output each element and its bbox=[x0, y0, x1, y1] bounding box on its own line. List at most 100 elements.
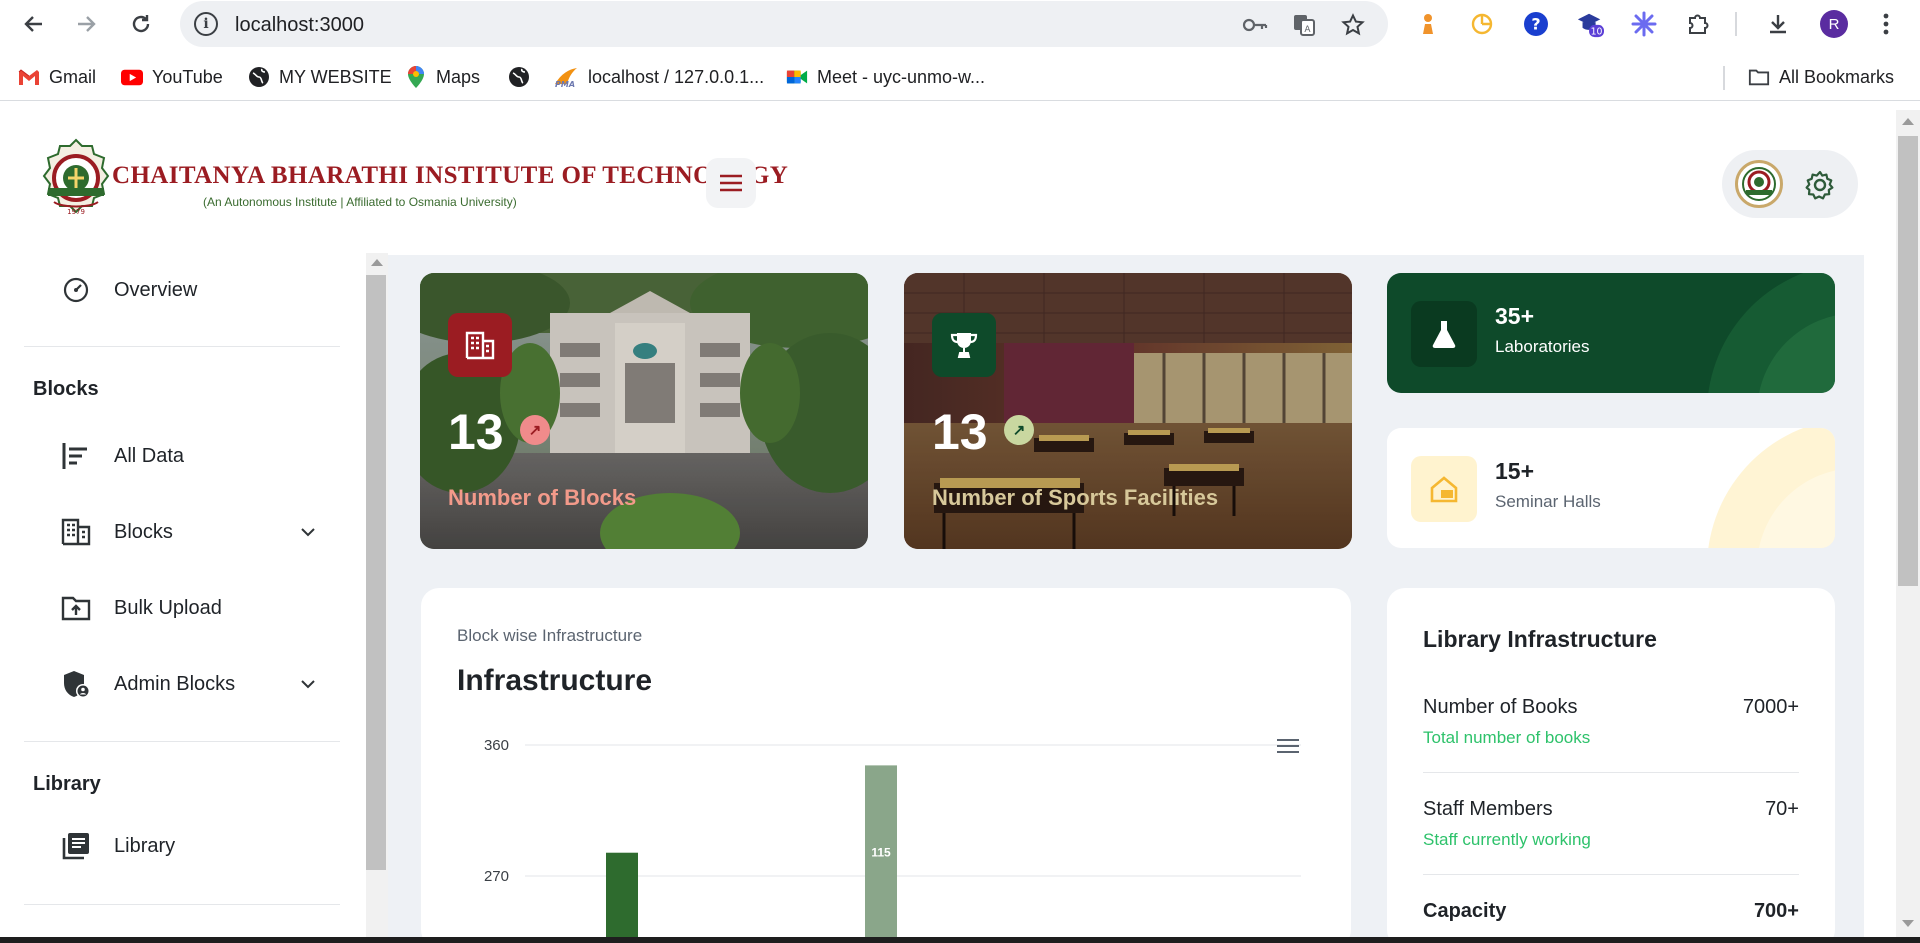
user-avatar[interactable] bbox=[1735, 160, 1783, 208]
hamburger-icon bbox=[720, 174, 742, 192]
scroll-up-arrow-icon[interactable] bbox=[1902, 118, 1914, 125]
user-menu[interactable] bbox=[1722, 150, 1858, 218]
building-badge-icon bbox=[448, 313, 512, 377]
blocks-count-card[interactable]: 13 ↗ Number of Blocks bbox=[420, 273, 868, 549]
chevron-down-icon[interactable] bbox=[300, 524, 316, 540]
password-key-icon[interactable] bbox=[1242, 12, 1268, 38]
extension-sparkle-icon[interactable] bbox=[1630, 10, 1658, 38]
globe-icon bbox=[248, 66, 270, 88]
back-arrow-icon bbox=[24, 16, 42, 32]
library-row-name: Capacity bbox=[1423, 900, 1507, 922]
library-row-name: Number of Books bbox=[1423, 696, 1578, 718]
gauge-icon bbox=[60, 274, 92, 306]
library-card-title: Library Infrastructure bbox=[1423, 626, 1657, 652]
library-row-name: Staff Members bbox=[1423, 798, 1553, 820]
folder-upload-icon bbox=[60, 592, 92, 624]
chart-menu-icon[interactable] bbox=[1276, 736, 1300, 756]
profile-avatar[interactable]: R bbox=[1820, 10, 1848, 38]
settings-gear-icon[interactable] bbox=[1805, 170, 1835, 200]
sports-count-label: Number of Sports Facilities bbox=[932, 485, 1219, 510]
library-books-icon bbox=[60, 830, 92, 862]
bookmark-globe[interactable] bbox=[508, 66, 530, 88]
sidebar-toggle-button[interactable] bbox=[706, 158, 756, 208]
toolbar-divider bbox=[1735, 12, 1737, 36]
bookmark-my-website[interactable]: MY WEBSITE bbox=[248, 66, 392, 88]
maps-icon bbox=[405, 66, 427, 88]
scroll-down-arrow-icon[interactable] bbox=[1902, 920, 1914, 927]
bookmarks-divider bbox=[1723, 66, 1725, 90]
extension-help-icon[interactable]: ? bbox=[1522, 10, 1550, 38]
sidebar: Overview Blocks All Data Blocks Bulk Upl… bbox=[0, 250, 360, 937]
y-tick-label: 360 bbox=[484, 737, 509, 754]
svg-text:?: ? bbox=[1531, 15, 1540, 34]
infrastructure-bar-chart: 360 270 115 bbox=[484, 737, 1301, 937]
browser-menu-icon[interactable] bbox=[1872, 10, 1900, 38]
folder-icon bbox=[1748, 66, 1770, 88]
seminar-hall-icon bbox=[1411, 456, 1477, 522]
library-row-divider bbox=[1423, 874, 1799, 875]
back-button[interactable] bbox=[18, 8, 50, 40]
bookmarks-bar: Gmail YouTube MY WEBSITE Maps PMA localh… bbox=[0, 56, 1920, 101]
translate-icon[interactable]: A bbox=[1291, 12, 1317, 38]
svg-text:1979: 1979 bbox=[67, 208, 85, 216]
phpmyadmin-icon: PMA bbox=[553, 66, 579, 88]
extension-graduation-icon[interactable]: 10 bbox=[1576, 10, 1604, 38]
sports-count-card[interactable]: 13 ↗ Number of Sports Facilities bbox=[904, 273, 1352, 549]
library-row-value: 700+ bbox=[1753, 900, 1799, 922]
scrollbar-thumb[interactable] bbox=[1898, 136, 1918, 586]
reload-icon bbox=[132, 15, 150, 33]
bookmark-star-icon[interactable] bbox=[1340, 12, 1366, 38]
sports-count-value: 13 bbox=[932, 404, 988, 460]
sidebar-item-blocks[interactable]: Blocks bbox=[60, 516, 173, 548]
bookmark-meet[interactable]: Meet - uyc-unmo-w... bbox=[786, 66, 985, 88]
building-icon bbox=[60, 516, 92, 548]
scroll-up-arrow-icon[interactable] bbox=[371, 259, 383, 266]
extensions-puzzle-icon[interactable] bbox=[1684, 10, 1712, 38]
svg-text:PMA: PMA bbox=[555, 80, 575, 88]
sidebar-item-all-data[interactable]: All Data bbox=[60, 440, 184, 472]
all-bookmarks-button[interactable]: All Bookmarks bbox=[1748, 66, 1894, 88]
bookmark-youtube[interactable]: YouTube bbox=[121, 66, 223, 88]
sidebar-item-label: Admin Blocks bbox=[114, 672, 236, 695]
extension-chess-icon[interactable] bbox=[1414, 10, 1442, 38]
institute-emblem: 1979 bbox=[42, 138, 110, 222]
laboratories-card[interactable]: 35+ Laboratories bbox=[1387, 273, 1835, 393]
institute-subtitle: (An Autonomous Institute | Affiliated to… bbox=[203, 195, 517, 209]
sidebar-item-label: Bulk Upload bbox=[114, 596, 222, 619]
forward-button[interactable] bbox=[70, 8, 102, 40]
sidebar-scrollbar[interactable] bbox=[366, 253, 388, 937]
site-info-icon[interactable]: i bbox=[194, 12, 218, 36]
browser-toolbar: i localhost:3000 A ? 10 R bbox=[0, 0, 1920, 47]
blocks-count-label: Number of Blocks bbox=[448, 485, 637, 510]
sidebar-item-label: Blocks bbox=[114, 520, 173, 543]
section-label-blocks: Blocks bbox=[33, 378, 99, 400]
bar-data-label: 115 bbox=[871, 845, 891, 859]
trend-up-icon: ↗ bbox=[1004, 415, 1034, 445]
gmail-icon bbox=[18, 66, 40, 88]
sidebar-divider bbox=[24, 904, 340, 905]
sidebar-item-admin-blocks[interactable]: Admin Blocks bbox=[60, 668, 235, 700]
bookmark-localhost[interactable]: PMA localhost / 127.0.0.1... bbox=[553, 66, 764, 88]
address-bar[interactable]: i localhost:3000 A bbox=[180, 1, 1388, 47]
trophy-badge-icon bbox=[932, 313, 996, 377]
sidebar-item-overview[interactable]: Overview bbox=[60, 274, 197, 306]
seminar-halls-card[interactable]: 15+ Seminar Halls bbox=[1387, 428, 1835, 548]
reload-button[interactable] bbox=[125, 8, 157, 40]
address-url[interactable]: localhost:3000 bbox=[235, 14, 364, 37]
bookmark-maps[interactable]: Maps bbox=[405, 66, 480, 88]
chart-bar[interactable] bbox=[606, 852, 638, 937]
sidebar-item-label: Library bbox=[114, 834, 176, 857]
library-row-divider bbox=[1423, 772, 1799, 773]
scrollbar-thumb[interactable] bbox=[366, 275, 386, 870]
downloads-icon[interactable] bbox=[1764, 10, 1792, 38]
youtube-icon bbox=[121, 66, 143, 88]
chevron-down-icon[interactable] bbox=[300, 676, 316, 692]
library-infrastructure-card: Library Infrastructure Number of Books 7… bbox=[1387, 588, 1835, 937]
sidebar-item-library[interactable]: Library bbox=[60, 830, 175, 862]
extension-timer-icon[interactable] bbox=[1468, 10, 1496, 38]
taskbar-edge bbox=[0, 937, 1920, 943]
bookmark-gmail[interactable]: Gmail bbox=[18, 66, 96, 88]
window-scrollbar[interactable] bbox=[1896, 110, 1920, 937]
sidebar-item-bulk-upload[interactable]: Bulk Upload bbox=[60, 592, 222, 624]
globe-icon bbox=[508, 66, 530, 88]
